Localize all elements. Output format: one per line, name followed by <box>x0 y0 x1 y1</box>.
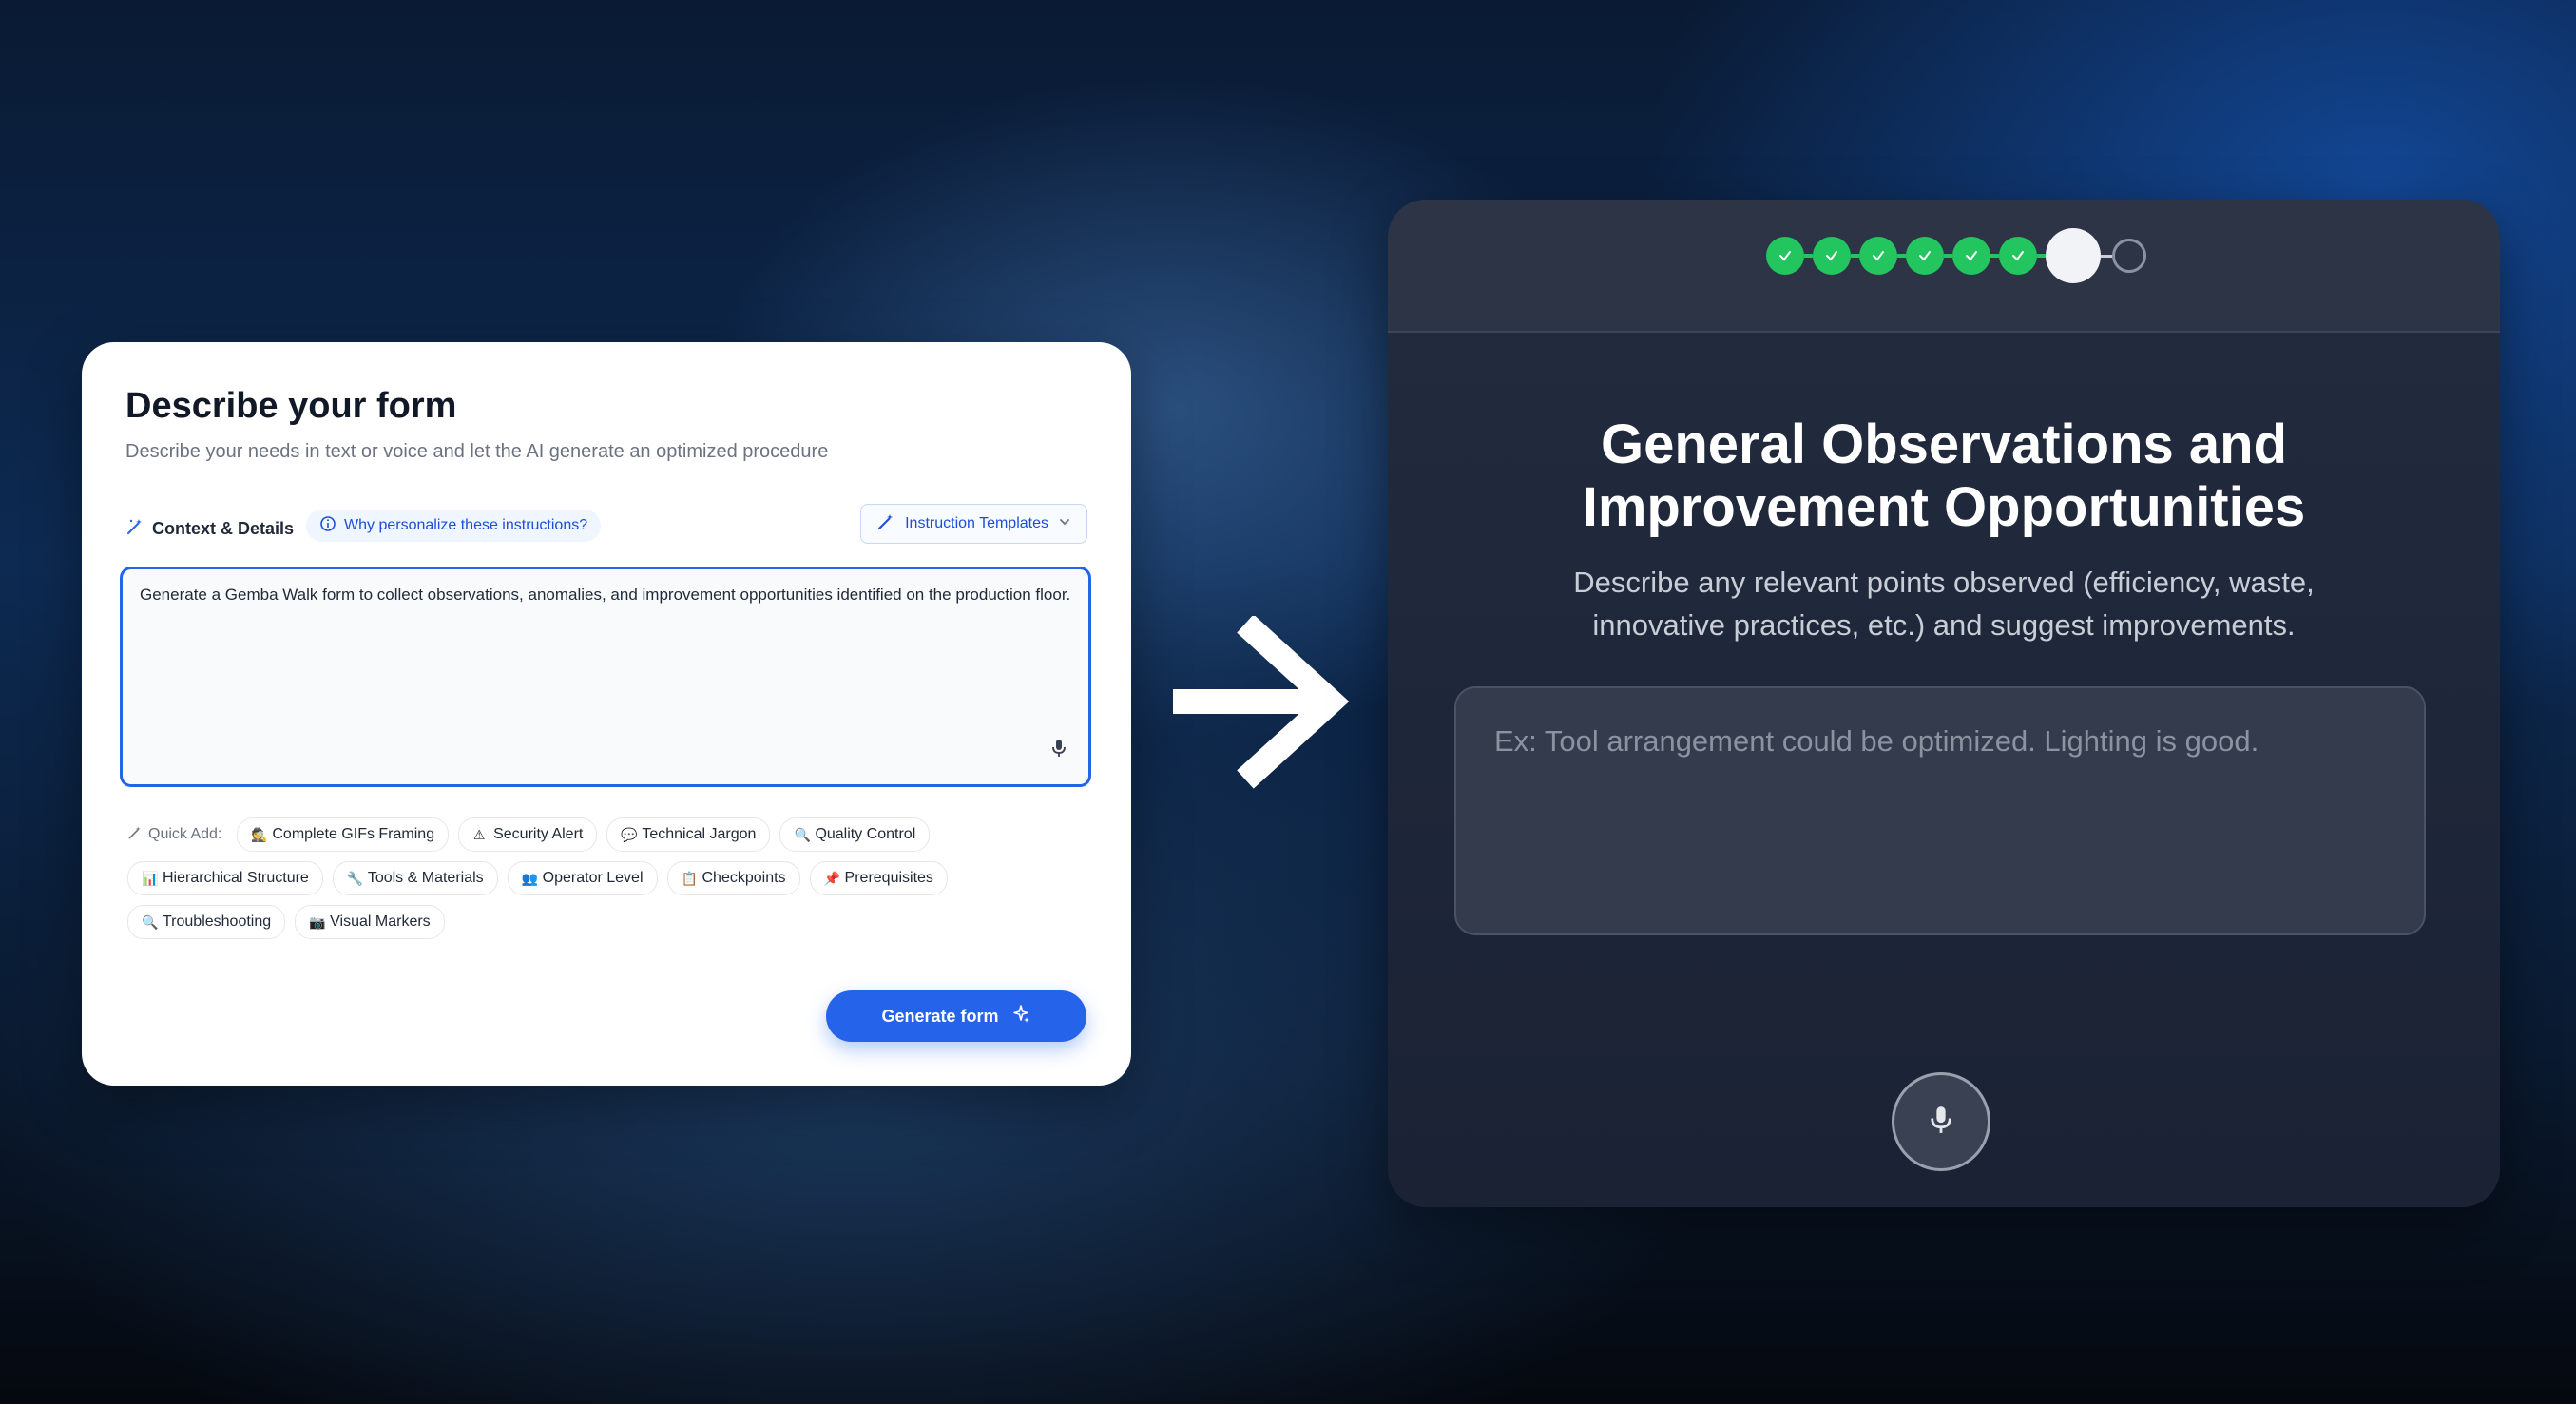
check-icon <box>1873 251 1884 261</box>
chip-label: Prerequisites <box>844 870 933 886</box>
chip-label: Checkpoints <box>702 870 786 886</box>
sparkle-icon <box>1010 1004 1031 1029</box>
generate-form-label: Generate form <box>881 1006 999 1026</box>
step-connector <box>2037 254 2046 258</box>
chip-visual-markers[interactable]: 📷 Visual Markers <box>295 905 445 939</box>
chip-security-alert[interactable]: ⚠ Security Alert <box>458 817 598 852</box>
step-completed <box>1906 237 1944 275</box>
chip-hierarchical-structure[interactable]: 📊 Hierarchical Structure <box>127 861 323 895</box>
describe-form-card: Describe your form Describe your needs i… <box>82 342 1131 1086</box>
card-subtitle: Describe your needs in text or voice and… <box>125 441 829 462</box>
quick-add-label: Quick Add: <box>127 825 221 845</box>
chip-label: Hierarchical Structure <box>163 870 309 886</box>
step-title-line: Improvement Opportunities <box>1582 476 2306 538</box>
observation-placeholder: Ex: Tool arrangement could be optimized.… <box>1494 724 2259 758</box>
chip-row: 🔍 Troubleshooting 📷 Visual Markers <box>127 905 1097 939</box>
warning-icon: ⚠ <box>472 826 486 842</box>
step-title-line: General Observations and <box>1600 414 2288 475</box>
step-description-line: Describe any relevant points observed (e… <box>1573 566 2315 599</box>
chip-label: Operator Level <box>542 870 644 886</box>
context-label: Context & Details <box>125 517 294 541</box>
step-connector <box>1804 254 1813 258</box>
chip-label: Tools & Materials <box>367 870 484 886</box>
observation-input[interactable]: Ex: Tool arrangement could be optimized.… <box>1454 686 2426 935</box>
chip-label: Troubleshooting <box>163 914 272 930</box>
detective-icon: 🕵 <box>251 826 268 842</box>
chip-operator-level[interactable]: 👥 Operator Level <box>507 861 658 895</box>
step-completed <box>1999 237 2037 275</box>
arrow-right-icon <box>1169 614 1350 797</box>
quick-add-text: Quick Add: <box>148 826 222 842</box>
users-icon: 👥 <box>521 870 539 886</box>
magnifier-icon: 🔍 <box>142 914 159 930</box>
magic-wand-icon <box>127 825 143 845</box>
step-completed <box>1952 237 1990 275</box>
microphone-icon[interactable] <box>1050 738 1067 765</box>
chevron-down-icon <box>1058 515 1071 533</box>
chip-technical-jargon[interactable]: 💬 Technical Jargon <box>606 817 771 852</box>
chip-label: Security Alert <box>493 826 584 842</box>
check-icon <box>1919 251 1931 261</box>
chip-label: Quality Control <box>815 826 916 842</box>
chip-checkpoints[interactable]: 📋 Checkpoints <box>666 861 800 895</box>
magnifier-icon: 🔍 <box>794 826 811 842</box>
microphone-icon <box>1928 1104 1954 1141</box>
why-personalize-text: Why personalize these instructions? <box>344 517 588 533</box>
step-current <box>2046 228 2101 283</box>
check-icon <box>2012 251 2024 261</box>
chip-label: Complete GIFs Framing <box>272 826 435 842</box>
step-completed <box>1766 237 1804 275</box>
clipboard-icon: 📋 <box>681 870 698 886</box>
info-icon <box>319 515 336 537</box>
voice-record-button[interactable] <box>1892 1072 1990 1171</box>
camera-icon: 📷 <box>309 914 326 930</box>
pin-icon: 📌 <box>823 870 840 886</box>
progress-header <box>1388 200 2500 333</box>
generate-form-button[interactable]: Generate form <box>826 990 1086 1042</box>
check-icon <box>1826 251 1837 261</box>
chip-row: 📊 Hierarchical Structure 🔧 Tools & Materia… <box>127 861 1097 895</box>
prompt-text: Generate a Gemba Walk form to collect ob… <box>140 586 1071 604</box>
chip-quality-control[interactable]: 🔍 Quality Control <box>779 817 931 852</box>
step-connector <box>1851 254 1859 258</box>
context-label-text: Context & Details <box>152 519 295 538</box>
card-title: Describe your form <box>125 386 457 426</box>
step-connector <box>2101 254 2112 258</box>
chip-complete-gifs-framing[interactable]: 🕵 Complete GIFs Framing <box>237 817 450 852</box>
prompt-textarea[interactable]: Generate a Gemba Walk form to collect ob… <box>120 567 1091 787</box>
step-progress <box>1766 228 2146 283</box>
why-personalize-link[interactable]: Why personalize these instructions? <box>306 510 602 542</box>
chip-label: Visual Markers <box>330 914 431 930</box>
instruction-templates-dropdown[interactable]: Instruction Templates <box>860 504 1087 544</box>
check-icon <box>1966 251 1977 261</box>
step-completed <box>1813 237 1851 275</box>
check-icon <box>1779 251 1791 261</box>
chip-label: Technical Jargon <box>642 826 757 842</box>
magic-wand-icon <box>876 512 895 536</box>
chart-icon: 📊 <box>142 870 159 886</box>
step-upcoming <box>2112 239 2146 273</box>
step-description: Describe any relevant points observed (e… <box>1483 561 2405 646</box>
chip-row: Quick Add: 🕵 Complete GIFs Framing ⚠ Secur… <box>127 817 1097 852</box>
step-connector <box>1897 254 1906 258</box>
chip-prerequisites[interactable]: 📌 Prerequisites <box>809 861 948 895</box>
step-connector <box>1990 254 1999 258</box>
chip-troubleshooting[interactable]: 🔍 Troubleshooting <box>127 905 286 939</box>
chip-tools-materials[interactable]: 🔧 Tools & Materials <box>332 861 498 895</box>
step-description-line: innovative practices, etc.) and suggest … <box>1592 608 2296 642</box>
magic-wand-icon <box>125 517 144 541</box>
wrench-icon: 🔧 <box>346 870 364 886</box>
speech-bubble-icon: 💬 <box>621 826 638 842</box>
step-completed <box>1859 237 1897 275</box>
step-title: General Observations and Improvement Opp… <box>1388 414 2500 539</box>
context-row: Context & Details Why personalize these … <box>125 504 1087 548</box>
form-step-card: General Observations and Improvement Opp… <box>1388 200 2500 1207</box>
step-connector <box>1944 254 1952 258</box>
instruction-templates-label: Instruction Templates <box>905 515 1048 531</box>
quick-add-section: Quick Add: 🕵 Complete GIFs Framing ⚠ Secur… <box>127 817 1097 949</box>
